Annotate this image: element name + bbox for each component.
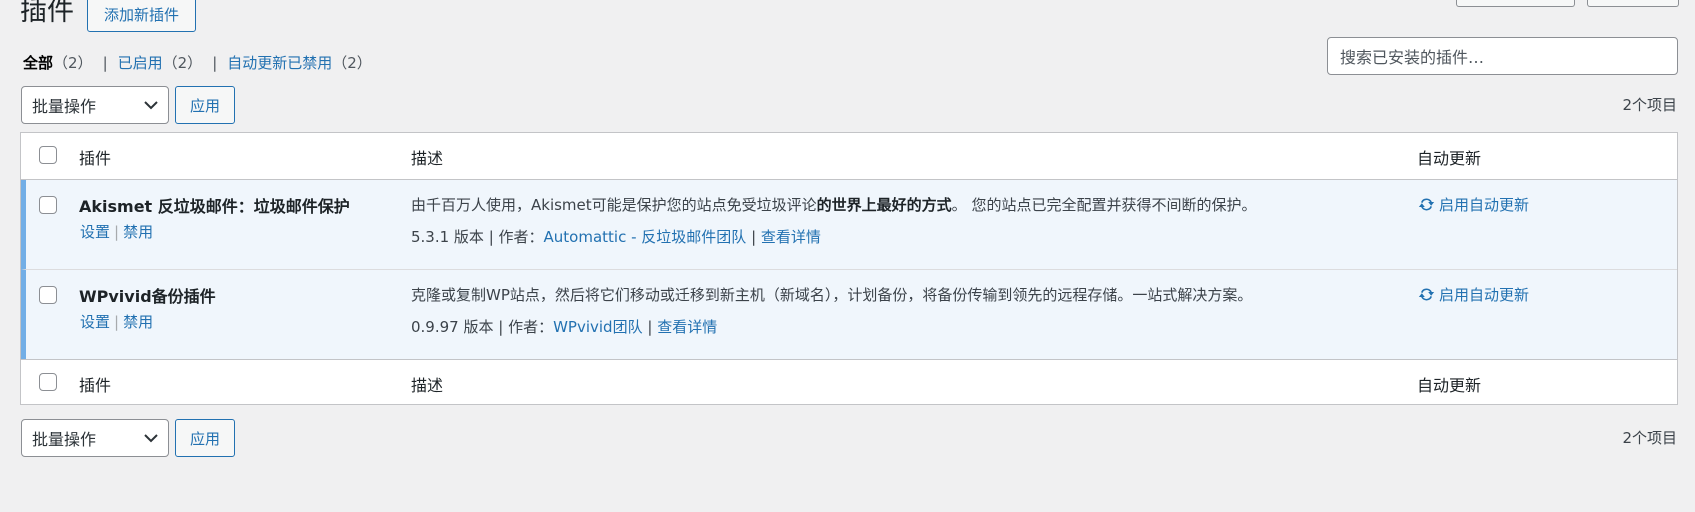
chevron-down-icon <box>144 433 158 442</box>
deactivate-link[interactable]: 禁用 <box>123 313 153 331</box>
settings-link[interactable]: 设置 <box>80 313 110 331</box>
enable-auto-update-link[interactable]: 启用自动更新 <box>1418 284 1529 305</box>
page-title: 插件 <box>20 0 74 27</box>
filter-separator: | <box>212 53 218 72</box>
settings-link[interactable]: 设置 <box>80 223 110 241</box>
column-plugin-footer[interactable]: 插件 <box>79 372 111 396</box>
bulk-action-label: 批量操作 <box>32 97 97 116</box>
table-row: Akismet 反垃圾邮件：垃圾邮件保护 设置 | 禁用 由千百万人使用，Akism… <box>21 180 1677 270</box>
column-plugin[interactable]: 插件 <box>79 145 111 169</box>
version-text: 0.9.97 版本 | 作者： <box>411 318 554 336</box>
filter-separator: | <box>102 53 108 72</box>
plugin-meta: 5.3.1 版本 | 作者：Automattic - 反垃圾邮件团队 | 查看详… <box>411 226 821 247</box>
plugin-name: Akismet 反垃圾邮件：垃圾邮件保护 <box>79 197 350 216</box>
description-text: 由千百万人使用，Akismet可能是保护您的站点免受垃圾评论 <box>411 196 817 214</box>
plugins-table: 插件 描述 自动更新 Akismet 反垃圾邮件：垃圾邮件保护 设置 | 禁用 由千… <box>20 132 1678 405</box>
items-count-top: 2个项目 <box>1622 96 1677 114</box>
help-button[interactable] <box>1587 0 1679 7</box>
bulk-action-select-top[interactable]: 批量操作 <box>21 86 169 124</box>
author-link[interactable]: WPvivid团队 <box>553 318 643 336</box>
enable-auto-update-link[interactable]: 启用自动更新 <box>1418 194 1529 215</box>
description-bold: 的世界上最好的方式 <box>816 196 952 214</box>
filter-all[interactable]: 全部 <box>23 52 53 73</box>
bulk-action-select-bottom[interactable]: 批量操作 <box>21 419 169 457</box>
meta-separator: | <box>647 318 653 336</box>
search-plugins-input[interactable]: 搜索已安装的插件… <box>1327 37 1678 75</box>
items-count-bottom: 2个项目 <box>1622 429 1677 447</box>
table-row: WPvivid备份插件 设置 | 禁用 克隆或复制WP站点，然后将它们移动或迁移到新… <box>21 270 1677 359</box>
column-auto-update-footer: 自动更新 <box>1417 376 1482 395</box>
refresh-icon <box>1418 198 1435 211</box>
author-link[interactable]: Automattic - 反垃圾邮件团队 <box>544 228 747 246</box>
view-details-link[interactable]: 查看详情 <box>657 318 717 336</box>
select-all-checkbox[interactable] <box>39 146 57 164</box>
meta-separator: | <box>751 228 757 246</box>
description-text: 。 您的站点已完全配置并获得不间断的保护。 <box>951 196 1257 214</box>
action-separator: | <box>114 223 120 241</box>
column-description: 描述 <box>411 149 444 168</box>
filter-auto-update-disabled[interactable]: 自动更新已禁用 <box>227 52 332 73</box>
bulk-action-label: 批量操作 <box>32 430 97 449</box>
auto-update-label: 启用自动更新 <box>1439 196 1530 214</box>
select-all-checkbox-footer[interactable] <box>39 373 57 391</box>
screen-options-button[interactable] <box>1456 0 1575 7</box>
column-auto-update: 自动更新 <box>1417 149 1482 168</box>
row-actions: 设置 | 禁用 <box>80 221 153 242</box>
plugin-checkbox[interactable] <box>39 286 57 304</box>
plugin-description: 由千百万人使用，Akismet可能是保护您的站点免受垃圾评论的世界上最好的方式。… <box>411 194 1256 215</box>
table-header: 插件 描述 自动更新 <box>21 133 1677 180</box>
plugin-status-filters: 全部 （2） | 已启用 （2） | 自动更新已禁用 （2） <box>23 52 372 73</box>
table-footer: 插件 描述 自动更新 <box>21 359 1677 404</box>
apply-button-top[interactable]: 应用 <box>175 86 235 124</box>
filter-all-count: （2） <box>53 54 93 72</box>
chevron-down-icon <box>144 100 158 109</box>
apply-button-bottom[interactable]: 应用 <box>175 419 235 457</box>
view-details-link[interactable]: 查看详情 <box>761 228 821 246</box>
deactivate-link[interactable]: 禁用 <box>123 223 153 241</box>
action-separator: | <box>114 313 120 331</box>
column-description-footer: 描述 <box>411 376 444 395</box>
filter-auto-update-disabled-count: （2） <box>332 54 372 72</box>
filter-active[interactable]: 已启用 <box>118 52 163 73</box>
plugin-checkbox[interactable] <box>39 196 57 214</box>
auto-update-label: 启用自动更新 <box>1439 286 1530 304</box>
filter-active-count: （2） <box>162 54 203 72</box>
version-text: 5.3.1 版本 | 作者： <box>411 228 544 246</box>
plugin-description: 克隆或复制WP站点，然后将它们移动或迁移到新主机（新域名），计划备份，将备份传输… <box>411 286 1253 304</box>
plugin-meta: 0.9.97 版本 | 作者：WPvivid团队 | 查看详情 <box>411 316 717 337</box>
refresh-icon <box>1418 288 1435 301</box>
add-new-plugin-button[interactable]: 添加新插件 <box>87 0 196 32</box>
row-actions: 设置 | 禁用 <box>80 311 153 332</box>
plugin-name: WPvivid备份插件 <box>79 287 216 306</box>
